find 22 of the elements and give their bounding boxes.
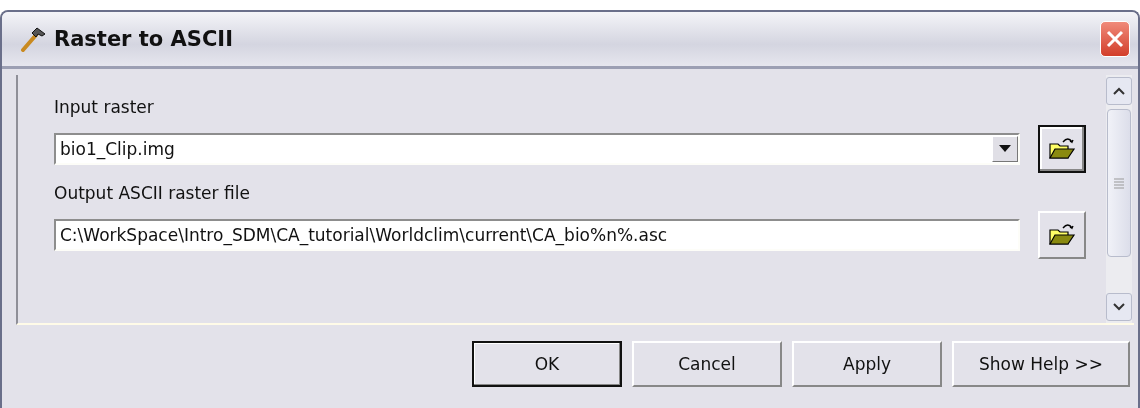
open-folder-icon — [1048, 222, 1076, 248]
scrollbar[interactable] — [1106, 75, 1132, 323]
dialog-button[interactable]: OK — [472, 341, 622, 387]
close-button[interactable] — [1100, 21, 1130, 57]
open-folder-icon — [1048, 136, 1076, 162]
dialog-button[interactable]: Cancel — [632, 341, 782, 387]
dialog-button[interactable]: Apply — [792, 341, 942, 387]
scroll-down-button[interactable] — [1106, 293, 1132, 321]
field-label: Input raster — [54, 97, 155, 119]
dialog-button[interactable]: Show Help >> — [952, 341, 1130, 387]
browse-button[interactable] — [1038, 125, 1086, 173]
scroll-thumb[interactable] — [1107, 109, 1131, 257]
field-label: Output ASCII raster file — [54, 183, 251, 205]
hammer-icon — [20, 26, 46, 52]
caret-icon — [999, 145, 1011, 153]
raster-dropdown[interactable]: bio1_Clip.img — [54, 133, 1020, 165]
path-field[interactable]: C:\WorkSpace\Intro_SDM\CA_tutorial\Worldclim\current\CA_bio%n%.asc — [54, 219, 1020, 251]
close-icon — [1105, 29, 1125, 49]
dropdown-button[interactable] — [992, 136, 1018, 162]
scroll-up-button[interactable] — [1106, 77, 1132, 105]
window-title: Raster to ASCII — [54, 27, 234, 51]
grip-icon — [1114, 177, 1124, 189]
